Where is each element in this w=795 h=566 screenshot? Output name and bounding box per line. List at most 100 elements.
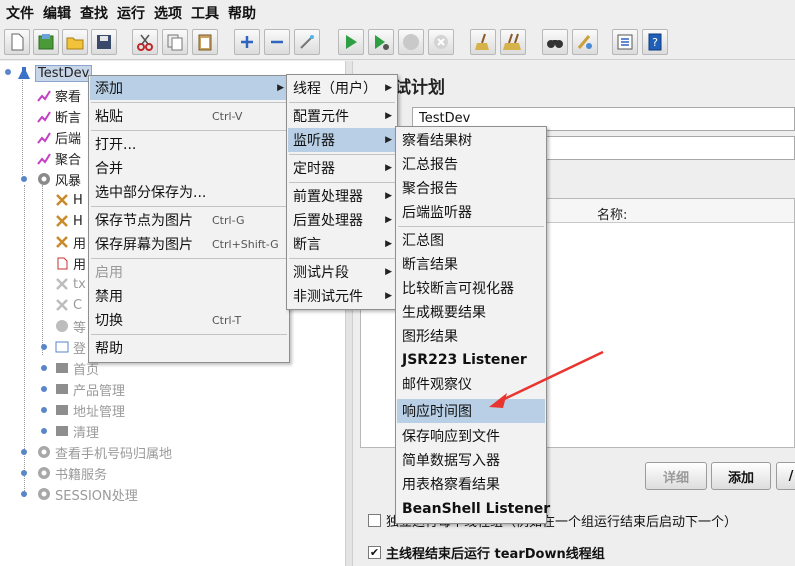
tree-node[interactable]: 聚合: [36, 148, 81, 168]
detail-button[interactable]: 详细: [645, 462, 707, 490]
listener-item[interactable]: 图形结果: [397, 324, 545, 348]
help-button[interactable]: ?: [642, 29, 668, 55]
expand-toggle-module[interactable]: [41, 344, 47, 350]
menu-edit[interactable]: 编辑: [41, 3, 78, 23]
tree-thread-group-disabled[interactable]: 书籍服务: [36, 463, 107, 483]
tree-thread-group-disabled[interactable]: SESSION处理: [36, 484, 138, 504]
tree-node[interactable]: 断言: [36, 106, 81, 126]
tree-node[interactable]: 察看: [36, 85, 81, 105]
expand-toggle-group[interactable]: [21, 449, 27, 455]
menu-options[interactable]: 选项: [152, 3, 189, 23]
menu-item-merge[interactable]: 合并: [90, 156, 288, 180]
tree-sampler[interactable]: 用: [54, 232, 86, 252]
menu-file[interactable]: 文件: [4, 3, 41, 23]
tree-sampler-disabled[interactable]: C: [54, 295, 82, 315]
tree-root[interactable]: TestDev: [16, 63, 93, 83]
listener-item[interactable]: 聚合报告: [397, 176, 545, 200]
run-consecutively-checkbox[interactable]: [368, 513, 381, 527]
listener-item[interactable]: 汇总报告: [397, 152, 545, 176]
save-button[interactable]: [91, 29, 117, 55]
expand-toggle-module[interactable]: [41, 365, 47, 371]
tree-sampler[interactable]: H: [54, 190, 83, 210]
teardown-checkbox[interactable]: ✔: [368, 545, 381, 559]
start-button[interactable]: [338, 29, 364, 55]
submenu-item-timer[interactable]: 定时器 ▶: [288, 156, 396, 180]
submenu-item-listener[interactable]: 监听器 ▶: [288, 128, 396, 152]
menu-item-help[interactable]: 帮助: [90, 336, 288, 360]
shutdown-button[interactable]: [428, 29, 454, 55]
tree-thread-group[interactable]: 风暴: [36, 169, 81, 189]
expand-button[interactable]: [234, 29, 260, 55]
expand-toggle-group[interactable]: [21, 491, 27, 497]
function-helper-button[interactable]: [612, 29, 638, 55]
copy-button[interactable]: [162, 29, 188, 55]
clear-button[interactable]: [470, 29, 496, 55]
tree-module[interactable]: 地址管理: [54, 400, 125, 420]
listener-item[interactable]: JSR223 Listener: [397, 348, 545, 372]
cut-button[interactable]: [132, 29, 158, 55]
more-button[interactable]: /: [776, 462, 795, 490]
tree-sampler[interactable]: 用: [54, 253, 86, 273]
collapse-button[interactable]: [264, 29, 290, 55]
add-variable-button[interactable]: 添加: [711, 462, 771, 490]
open-button[interactable]: [62, 29, 88, 55]
listener-item[interactable]: 察看结果树: [397, 128, 545, 152]
templates-button[interactable]: [33, 29, 59, 55]
menu-search[interactable]: 查找: [78, 3, 115, 23]
menu-item-save-selection[interactable]: 选中部分保存为...: [90, 180, 288, 204]
menu-item-toggle[interactable]: 切换 Ctrl-T: [90, 308, 288, 332]
tree-sampler-disabled[interactable]: tx: [54, 274, 86, 294]
submenu-item-non-test[interactable]: 非测试元件 ▶: [288, 284, 396, 308]
clear-all-button[interactable]: [500, 29, 526, 55]
reset-search-button[interactable]: [572, 29, 598, 55]
listener-item[interactable]: 简单数据写入器: [397, 448, 545, 472]
toolbar: ?: [0, 26, 795, 60]
menu-tools[interactable]: 工具: [189, 3, 226, 23]
expand-toggle-group[interactable]: [21, 470, 27, 476]
listener-item[interactable]: 生成概要结果: [397, 300, 545, 324]
toggle-button[interactable]: [294, 29, 320, 55]
menu-item-add[interactable]: 添加 ▶: [90, 76, 288, 100]
expand-toggle-module[interactable]: [41, 407, 47, 413]
listener-item[interactable]: 邮件观察仪: [397, 372, 545, 396]
expand-toggle-module[interactable]: [41, 386, 47, 392]
menu-run[interactable]: 运行: [115, 3, 152, 23]
menu-item-open[interactable]: 打开...: [90, 132, 288, 156]
stop-button[interactable]: [398, 29, 424, 55]
submenu-item-config[interactable]: 配置元件 ▶: [288, 104, 396, 128]
menu-item-disable[interactable]: 禁用: [90, 284, 288, 308]
listener-item[interactable]: 用表格察看结果: [397, 472, 545, 496]
submenu-item-preprocessor[interactable]: 前置处理器 ▶: [288, 184, 396, 208]
listener-item[interactable]: 保存响应到文件: [397, 424, 545, 448]
submenu-item-assertion[interactable]: 断言 ▶: [288, 232, 396, 256]
listener-item-response-time-graph[interactable]: 响应时间图: [397, 399, 545, 423]
tree-timer-disabled[interactable]: 等: [54, 316, 86, 336]
listener-item[interactable]: 汇总图: [397, 228, 545, 252]
expand-toggle-group[interactable]: [21, 176, 27, 182]
tree-thread-group-disabled[interactable]: 查看手机号码归属地: [36, 442, 172, 462]
listener-item[interactable]: 后端监听器: [397, 200, 545, 224]
tree-module[interactable]: 产品管理: [54, 379, 125, 399]
tree-node[interactable]: 后端: [36, 127, 81, 147]
expand-toggle-module[interactable]: [41, 428, 47, 434]
teardown-row[interactable]: ✔ 主线程结束后运行 tearDown线程组: [368, 542, 605, 562]
tree-module[interactable]: 登: [54, 337, 86, 357]
menu-item-save-node-image[interactable]: 保存节点为图片 Ctrl-G: [90, 208, 288, 232]
search-button[interactable]: [542, 29, 568, 55]
submenu-item-postprocessor[interactable]: 后置处理器 ▶: [288, 208, 396, 232]
menu-item-paste[interactable]: 粘贴 Ctrl-V: [90, 104, 288, 128]
menu-help[interactable]: 帮助: [226, 3, 263, 23]
submenu-item-threads[interactable]: 线程（用户） ▶: [288, 76, 396, 100]
paste-button[interactable]: [192, 29, 218, 55]
submenu-item-test-fragment[interactable]: 测试片段 ▶: [288, 260, 396, 284]
menu-item-save-screen-image[interactable]: 保存屏幕为图片 Ctrl+Shift-G: [90, 232, 288, 256]
binoculars-icon: [547, 40, 563, 48]
tree-sampler[interactable]: H: [54, 211, 83, 231]
listener-item[interactable]: 比较断言可视化器: [397, 276, 545, 300]
tree-module[interactable]: 清理: [54, 421, 99, 441]
new-button[interactable]: [4, 29, 30, 55]
start-no-pause-button[interactable]: [368, 29, 394, 55]
listener-item[interactable]: BeanShell Listener: [397, 497, 550, 521]
expand-toggle-root[interactable]: [5, 69, 11, 75]
listener-item[interactable]: 断言结果: [397, 252, 545, 276]
